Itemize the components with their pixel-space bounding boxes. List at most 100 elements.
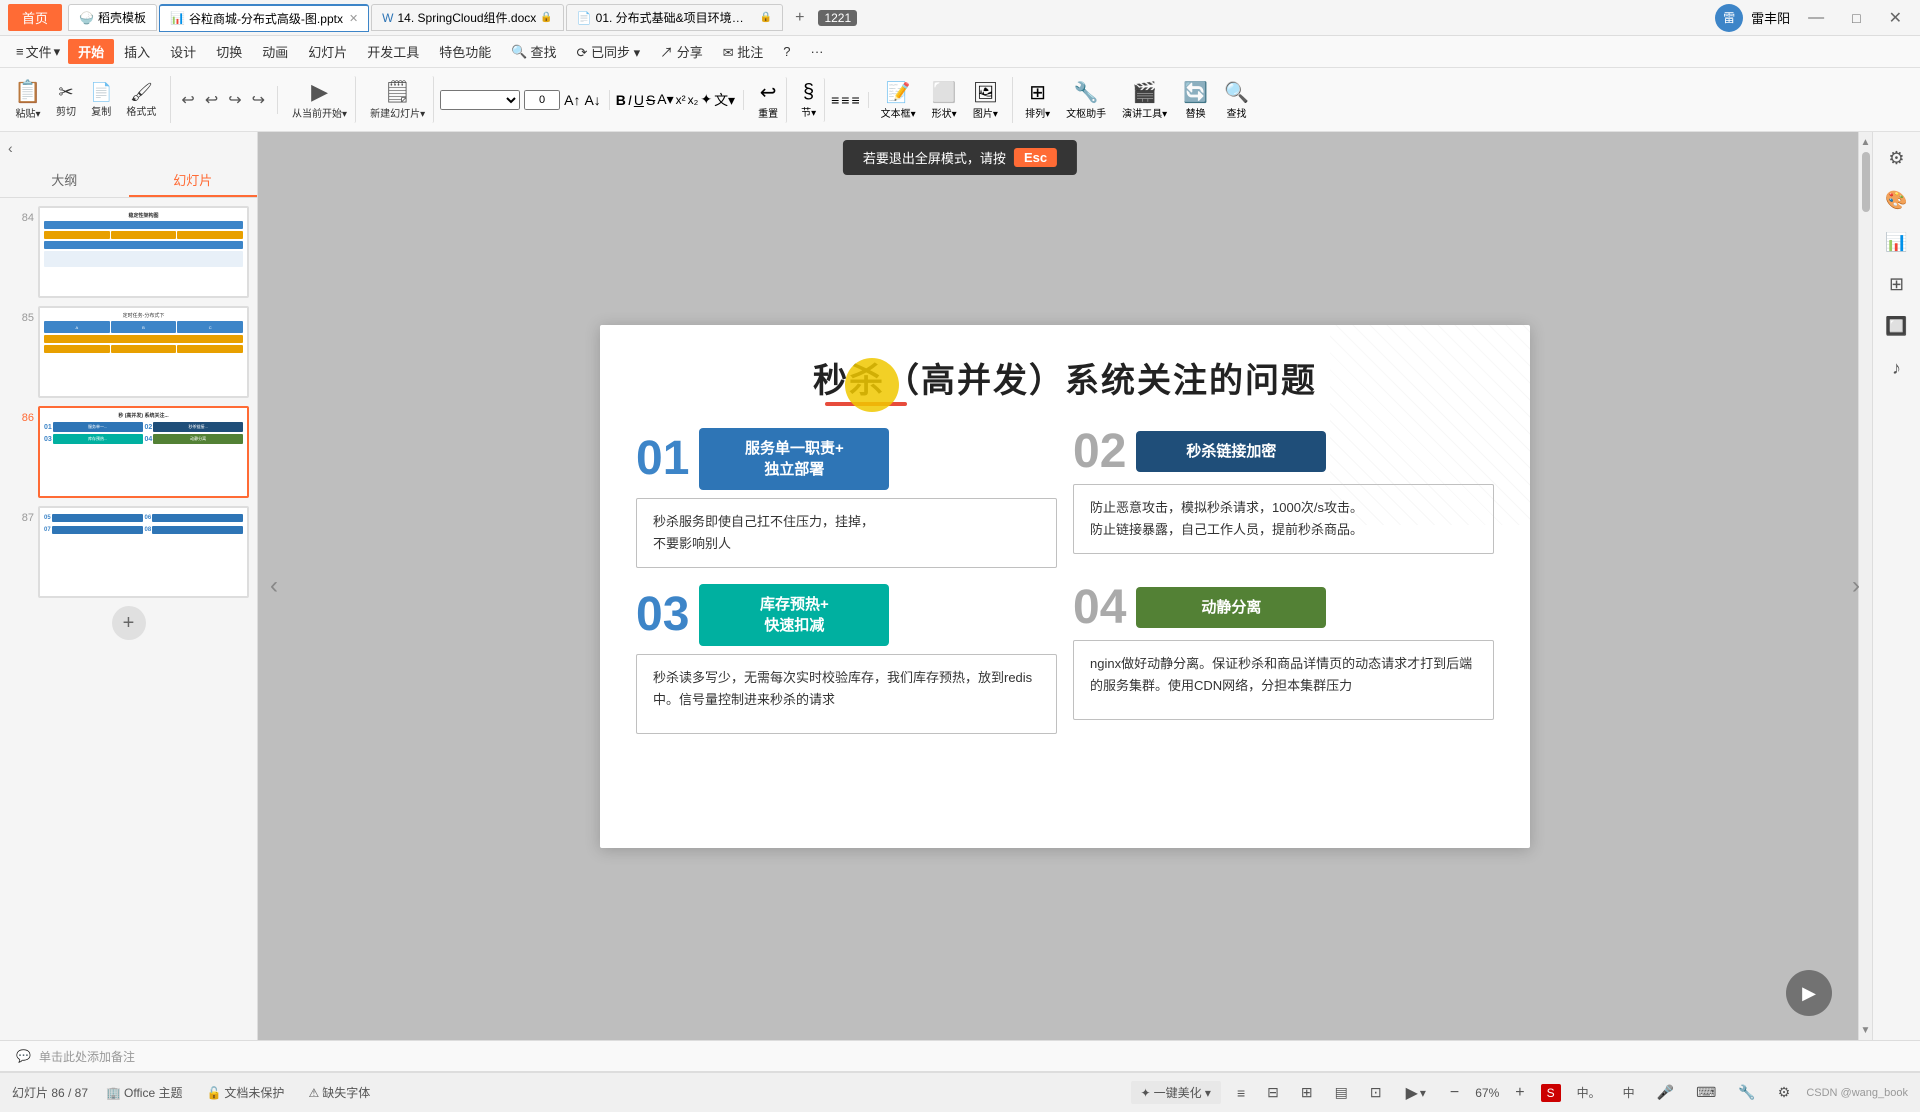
lock-status[interactable]: 🔓 文档未保护 xyxy=(200,1082,290,1103)
font-decrease[interactable]: A↓ xyxy=(584,92,600,108)
redo2-btn[interactable]: ↪ xyxy=(248,86,269,114)
helper-btn[interactable]: 🔧 文枢助手 xyxy=(1060,77,1112,123)
present-btn[interactable]: 🎬 演讲工具▾ xyxy=(1116,77,1173,123)
view-reader[interactable]: ⊡ xyxy=(1364,1081,1388,1104)
start-slide-btn[interactable]: ▶ 从当前开始▾ xyxy=(284,76,356,123)
right-btn-5[interactable]: 🔲 xyxy=(1879,308,1915,344)
sidebar-tab-outline[interactable]: 大纲 xyxy=(0,164,129,197)
align-center[interactable]: ≡ xyxy=(841,92,849,108)
menu-insert[interactable]: 插入 xyxy=(114,39,160,64)
clear-format-btn[interactable]: ✦ xyxy=(700,91,712,108)
view-grid[interactable]: ⊞ xyxy=(1295,1081,1319,1104)
home-tab[interactable]: 首页 xyxy=(8,4,62,31)
menu-slideshow[interactable]: 幻灯片 xyxy=(298,39,357,64)
font-selector[interactable] xyxy=(440,90,520,110)
sidebar-tab-slides[interactable]: 幻灯片 xyxy=(129,164,258,197)
view-notes[interactable]: ▤ xyxy=(1329,1081,1354,1104)
tab-docx[interactable]: W 14. SpringCloud组件.docx 🔒 xyxy=(371,4,564,31)
nav-next[interactable]: › xyxy=(1852,572,1860,600)
font-status[interactable]: ⚠ 缺失字体 xyxy=(302,1082,376,1103)
menu-file[interactable]: ≡ 文件 ▾ xyxy=(8,39,68,64)
right-btn-2[interactable]: 🎨 xyxy=(1879,182,1915,218)
italic-btn[interactable]: I xyxy=(628,92,632,108)
settings-btn[interactable]: ⚙ xyxy=(1772,1082,1797,1103)
scrollbar[interactable]: ▲ ▼ xyxy=(1858,132,1872,1040)
tools-btn[interactable]: 🔧 xyxy=(1732,1082,1761,1103)
beautify-btn[interactable]: ✦ 一键美化 ▾ xyxy=(1131,1081,1221,1104)
slide-thumb-84[interactable]: 稳定性架构图 xyxy=(38,206,249,298)
arrange-btn[interactable]: ⊞ 排列▾ xyxy=(1019,77,1056,123)
slide-item-86[interactable]: 86 秒 (高并发) 系统关注... 01 服务单一... 02 秒杀链接... xyxy=(8,406,249,498)
view-normal[interactable]: ≡ xyxy=(1231,1082,1251,1104)
align-left[interactable]: ≡ xyxy=(831,92,839,108)
input-switch[interactable]: S xyxy=(1541,1084,1561,1102)
strikethrough-btn[interactable]: S xyxy=(646,92,655,108)
slide-thumb-86[interactable]: 秒 (高并发) 系统关注... 01 服务单一... 02 秒杀链接... xyxy=(38,406,249,498)
shape-btn[interactable]: ⬜ 形状▾ xyxy=(926,77,963,123)
menu-help[interactable]: ? xyxy=(773,41,800,62)
tab-pptx[interactable]: 📊 谷粒商城-分布式高级-图.pptx ✕ xyxy=(159,4,369,32)
menu-design[interactable]: 设计 xyxy=(160,39,206,64)
slide-thumb-87[interactable]: 05 06 07 08 xyxy=(38,506,249,598)
scrollbar-up[interactable]: ▲ xyxy=(1859,132,1872,152)
punct-switch[interactable]: 中。 xyxy=(1571,1082,1607,1103)
slide-item-85[interactable]: 85 定时任务-分布式下 A B C xyxy=(8,306,249,398)
play-overlay-btn[interactable]: ▶ xyxy=(1786,970,1832,1016)
pptx-close[interactable]: ✕ xyxy=(349,12,358,25)
menu-share[interactable]: ↗ 分享 xyxy=(650,39,713,64)
font-size-input[interactable] xyxy=(524,90,560,110)
lookup-btn[interactable]: 🔍 查找 xyxy=(1218,77,1255,123)
menu-search[interactable]: 🔍 查找 xyxy=(501,39,566,64)
menu-more[interactable]: ··· xyxy=(801,41,834,62)
slide-thumb-85[interactable]: 定时任务-分布式下 A B C xyxy=(38,306,249,398)
slide-item-84[interactable]: 84 稳定性架构图 xyxy=(8,206,249,298)
sidebar-collapse[interactable]: ‹ xyxy=(0,132,257,164)
menu-switch[interactable]: 切换 xyxy=(206,39,252,64)
lang-btn[interactable]: 中 xyxy=(1617,1082,1641,1103)
menu-start[interactable]: 开始 xyxy=(68,39,114,64)
chinese-format-btn[interactable]: 文▾ xyxy=(714,90,735,110)
menu-sync[interactable]: ⟳ 已同步 ▾ xyxy=(566,39,650,64)
paste-btn[interactable]: 📋 粘贴▾ xyxy=(8,76,48,123)
tab-dist[interactable]: 📄 01. 分布式基础&项目环境搭建 🔒 xyxy=(566,4,783,31)
close-btn[interactable]: ✕ xyxy=(1879,6,1912,30)
scrollbar-thumb[interactable] xyxy=(1862,152,1870,212)
picture-btn[interactable]: 🖼 图片▾ xyxy=(967,77,1004,123)
section-btn[interactable]: § 节▾ xyxy=(793,78,825,122)
slide-item-87[interactable]: 87 05 06 xyxy=(8,506,249,598)
menu-feature[interactable]: 特色功能 xyxy=(429,39,501,64)
superscript-btn[interactable]: x² xyxy=(676,93,686,107)
theme-btn[interactable]: 🏢 Office 主题 xyxy=(100,1082,188,1103)
minimize-btn[interactable]: — xyxy=(1798,7,1834,29)
cut-btn[interactable]: ✂ 剪切 xyxy=(50,79,82,121)
right-btn-6[interactable]: ♪ xyxy=(1879,350,1915,386)
bold-btn[interactable]: B xyxy=(616,92,626,108)
subscript-btn[interactable]: x₂ xyxy=(688,93,699,107)
tab-daoke[interactable]: 🍚 稻壳模板 xyxy=(68,4,157,31)
align-right[interactable]: ≡ xyxy=(851,92,859,108)
play-btn[interactable]: ▶ ▾ xyxy=(1398,1080,1434,1106)
scrollbar-down[interactable]: ▼ xyxy=(1859,1020,1872,1040)
format-btn[interactable]: 🖌 格式式 xyxy=(120,79,162,121)
view-slide-sorter[interactable]: ⊟ xyxy=(1261,1081,1285,1104)
maximize-btn[interactable]: □ xyxy=(1842,8,1870,28)
underline-btn[interactable]: U xyxy=(634,92,644,108)
zoom-out-btn[interactable]: − xyxy=(1444,1082,1465,1104)
new-slide-btn[interactable]: 🗒 新建幻灯片▾ xyxy=(362,76,434,123)
redo-btn[interactable]: ↪ xyxy=(224,86,245,114)
copy-btn[interactable]: 📄 复制 xyxy=(84,79,118,121)
right-btn-1[interactable]: ⚙ xyxy=(1879,140,1915,176)
nav-prev[interactable]: ‹ xyxy=(270,572,278,600)
tab-add-btn[interactable]: + xyxy=(785,5,814,31)
reset-btn[interactable]: ↩ 重置 xyxy=(750,77,787,123)
menu-comment[interactable]: ✉ 批注 xyxy=(713,39,774,64)
mic-btn[interactable]: 🎤 xyxy=(1651,1082,1680,1103)
color-btn[interactable]: A▾ xyxy=(657,91,673,108)
undo-btn[interactable]: ↩ xyxy=(177,86,198,114)
font-increase[interactable]: A↑ xyxy=(564,92,580,108)
keyboard-btn[interactable]: ⌨ xyxy=(1690,1082,1722,1103)
zoom-in-btn[interactable]: + xyxy=(1509,1082,1530,1104)
replace-btn[interactable]: 🔄 替换 xyxy=(1177,77,1214,123)
menu-dev[interactable]: 开发工具 xyxy=(357,39,429,64)
right-btn-4[interactable]: ⊞ xyxy=(1879,266,1915,302)
